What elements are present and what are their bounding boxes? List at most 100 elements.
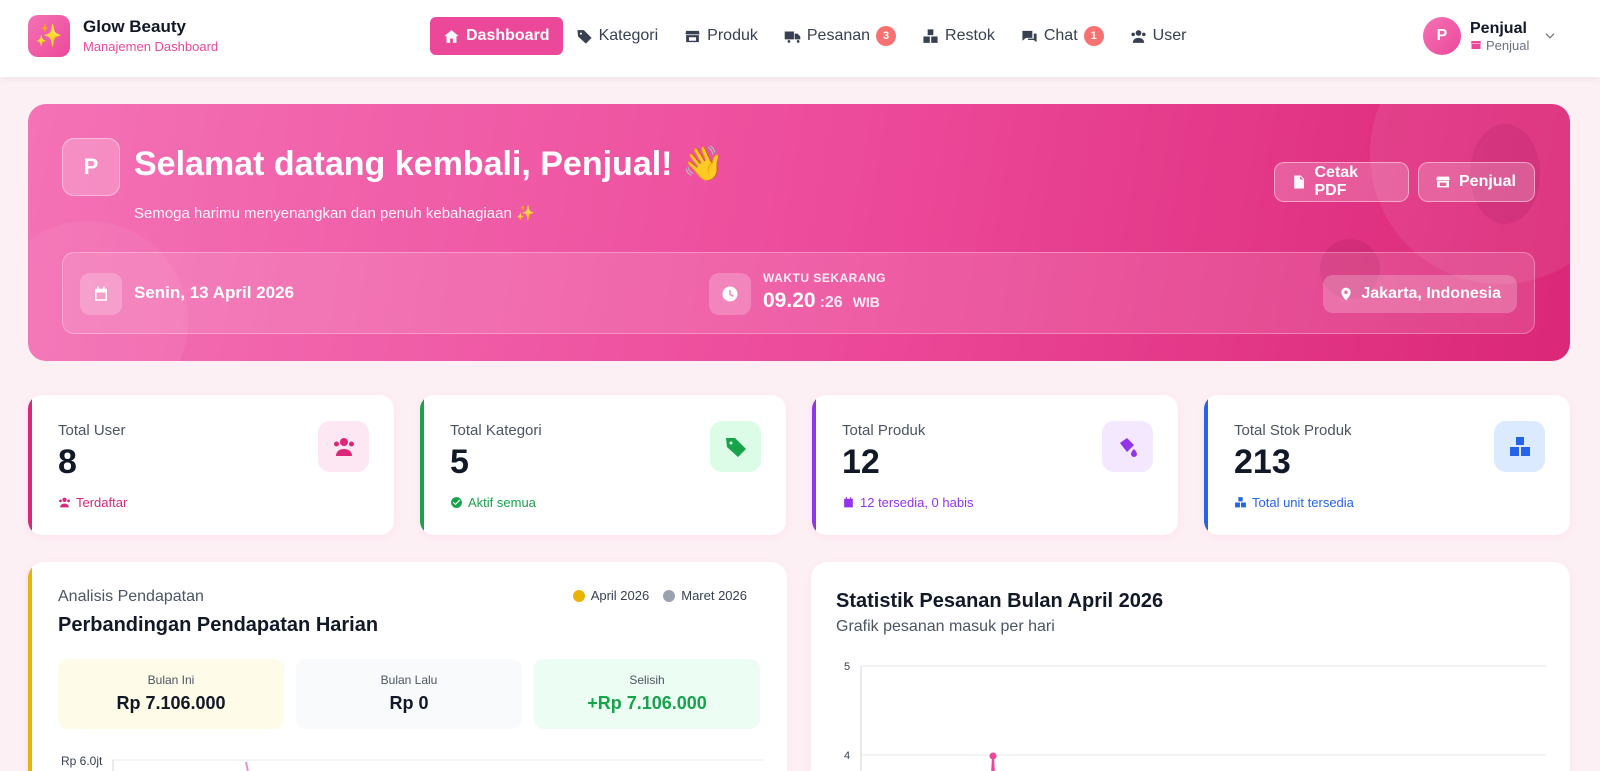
nav-dashboard-label: Dashboard bbox=[466, 27, 550, 44]
legend-label: Maret 2026 bbox=[681, 588, 747, 603]
revenue-section-label: Analisis Pendapatan bbox=[58, 588, 204, 605]
nav-restok-label: Restok bbox=[945, 27, 995, 44]
y-tick-label: 5 bbox=[844, 661, 850, 673]
current-time: 09.20 :26 WIB bbox=[763, 289, 880, 313]
calendar-icon bbox=[844, 497, 853, 508]
order-statistics-card: Statistik Pesanan Bulan April 2026 Grafi… bbox=[811, 562, 1570, 771]
stat-value: 5 bbox=[450, 443, 469, 481]
welcome-banner: P Selamat datang kembali, Penjual! 👋 Sem… bbox=[28, 104, 1570, 361]
role-button[interactable]: Penjual bbox=[1418, 162, 1535, 202]
nav-dashboard[interactable]: Dashboard bbox=[430, 17, 563, 55]
chat-icon bbox=[1022, 30, 1037, 42]
stat-value: 8 bbox=[58, 443, 77, 481]
store-icon bbox=[1436, 176, 1450, 188]
location-badge[interactable]: Jakarta, Indonesia bbox=[1323, 275, 1517, 313]
legend-april[interactable]: April 2026 bbox=[572, 588, 650, 603]
print-pdf-button[interactable]: Cetak PDF bbox=[1274, 162, 1409, 202]
stat-foot: 12 tersedia, 0 habis bbox=[842, 495, 973, 510]
stat-card-total-stok[interactable]: Total Stok Produk 213 Total unit tersedi… bbox=[1204, 395, 1570, 535]
summary-last-month: Bulan Lalu Rp 0 bbox=[296, 659, 522, 729]
legend-dot bbox=[572, 589, 585, 602]
brand-name: Glow Beauty bbox=[83, 17, 186, 36]
nav-kategori-label: Kategori bbox=[598, 27, 659, 44]
legend-maret[interactable]: Maret 2026 bbox=[663, 588, 747, 603]
stat-foot: Terdaftar bbox=[58, 495, 127, 510]
time-zone: WIB bbox=[852, 294, 880, 310]
summary-difference: Selisih +Rp 7.106.000 bbox=[534, 659, 760, 729]
stat-foot-label: Total unit tersedia bbox=[1252, 495, 1354, 510]
y-tick-label: Rp 6.0jt bbox=[61, 754, 103, 768]
check-circle-icon bbox=[451, 497, 462, 508]
home-icon bbox=[444, 29, 459, 43]
summary-this-month: Bulan Ini Rp 7.106.000 bbox=[58, 659, 284, 729]
legend-dot bbox=[663, 589, 676, 602]
print-pdf-label: Cetak PDF bbox=[1314, 164, 1359, 199]
main-nav: Dashboard Kategori Produk Pesanan 3 Rest… bbox=[430, 17, 1199, 55]
sparkles-logo-icon[interactable]: ✨ bbox=[28, 15, 70, 57]
boxes-icon bbox=[923, 28, 938, 43]
stat-foot-label: Terdaftar bbox=[76, 495, 128, 510]
nav-user-label: User bbox=[1152, 27, 1187, 44]
stat-foot: Total unit tersedia bbox=[1234, 495, 1354, 510]
pdf-file-icon bbox=[1294, 175, 1304, 189]
stat-foot-label: Aktif semua bbox=[468, 495, 536, 510]
summary-value: Rp 0 bbox=[389, 693, 429, 713]
chevron-down-icon bbox=[1545, 33, 1555, 39]
stat-value: 12 bbox=[842, 443, 880, 481]
summary-label: Bulan Ini bbox=[147, 673, 195, 687]
brand-subtitle: Manajemen Dashboard bbox=[83, 39, 219, 54]
nav-restok[interactable]: Restok bbox=[909, 17, 1008, 55]
nav-kategori[interactable]: Kategori bbox=[563, 17, 672, 55]
welcome-subtitle: Semoga harimu menyenangkan dan penuh keb… bbox=[134, 205, 535, 222]
users-icon bbox=[1131, 29, 1146, 43]
cubes-icon bbox=[1494, 421, 1545, 472]
user-menu[interactable]: P Penjual Penjual bbox=[1423, 16, 1557, 56]
store-icon bbox=[1471, 41, 1481, 49]
data-point[interactable] bbox=[989, 752, 997, 760]
revenue-title: Perbandingan Pendapatan Harian bbox=[58, 614, 379, 636]
revenue-legend: April 2026 Maret 2026 bbox=[572, 588, 747, 603]
time-label: WAKTU SEKARANG bbox=[763, 271, 886, 285]
time-hours-minutes: 09.20 bbox=[763, 289, 816, 312]
users-icon bbox=[318, 421, 369, 472]
user-name: Penjual bbox=[1470, 19, 1527, 37]
hero-avatar: P bbox=[62, 138, 120, 196]
stat-label: Total Stok Produk bbox=[1234, 422, 1352, 439]
pesanan-badge: 3 bbox=[876, 26, 897, 46]
nav-produk[interactable]: Produk bbox=[671, 17, 771, 55]
stat-foot: Aktif semua bbox=[450, 495, 536, 510]
stat-card-total-produk[interactable]: Total Produk 12 12 tersedia, 0 habis bbox=[812, 395, 1178, 535]
time-seconds: :26 bbox=[819, 294, 843, 311]
role-button-label: Penjual bbox=[1459, 173, 1516, 190]
location-label: Jakarta, Indonesia bbox=[1361, 285, 1501, 302]
y-tick-label: 4 bbox=[844, 750, 850, 762]
nav-chat[interactable]: Chat 1 bbox=[1008, 17, 1117, 55]
stat-card-total-kategori[interactable]: Total Kategori 5 Aktif semua bbox=[420, 395, 786, 535]
nav-chat-label: Chat bbox=[1043, 27, 1078, 44]
tags-icon bbox=[710, 421, 761, 472]
stat-card-total-user[interactable]: Total User 8 Terdaftar bbox=[28, 395, 394, 535]
stat-value: 213 bbox=[1234, 443, 1291, 481]
summary-value: +Rp 7.106.000 bbox=[587, 693, 707, 713]
nav-produk-label: Produk bbox=[707, 27, 758, 44]
nav-pesanan[interactable]: Pesanan 3 bbox=[771, 17, 909, 55]
store-icon bbox=[685, 30, 700, 42]
orders-subtitle: Grafik pesanan masuk per hari bbox=[836, 618, 1055, 635]
stat-label: Total Kategori bbox=[450, 422, 542, 439]
info-bar: Senin, 13 April 2026 WAKTU SEKARANG 09.2… bbox=[62, 252, 1535, 334]
summary-label: Bulan Lalu bbox=[380, 673, 438, 687]
stat-label: Total User bbox=[58, 422, 126, 439]
orders-title: Statistik Pesanan Bulan April 2026 bbox=[836, 590, 1164, 612]
bottle-icon bbox=[1102, 421, 1153, 472]
avatar: P bbox=[1423, 17, 1461, 55]
nav-user[interactable]: User bbox=[1117, 17, 1200, 55]
chat-badge: 1 bbox=[1083, 26, 1104, 46]
series-line-april bbox=[245, 761, 249, 771]
cubes-icon bbox=[1235, 497, 1246, 508]
user-role-label: Penjual bbox=[1486, 37, 1530, 53]
legend-label: April 2026 bbox=[590, 588, 650, 603]
top-navbar: ✨ Glow Beauty Manajemen Dashboard Dashbo… bbox=[0, 0, 1600, 77]
calendar-icon bbox=[80, 273, 122, 315]
stat-label: Total Produk bbox=[842, 422, 926, 439]
revenue-comparison-card: Analisis Pendapatan Perbandingan Pendapa… bbox=[28, 562, 787, 771]
